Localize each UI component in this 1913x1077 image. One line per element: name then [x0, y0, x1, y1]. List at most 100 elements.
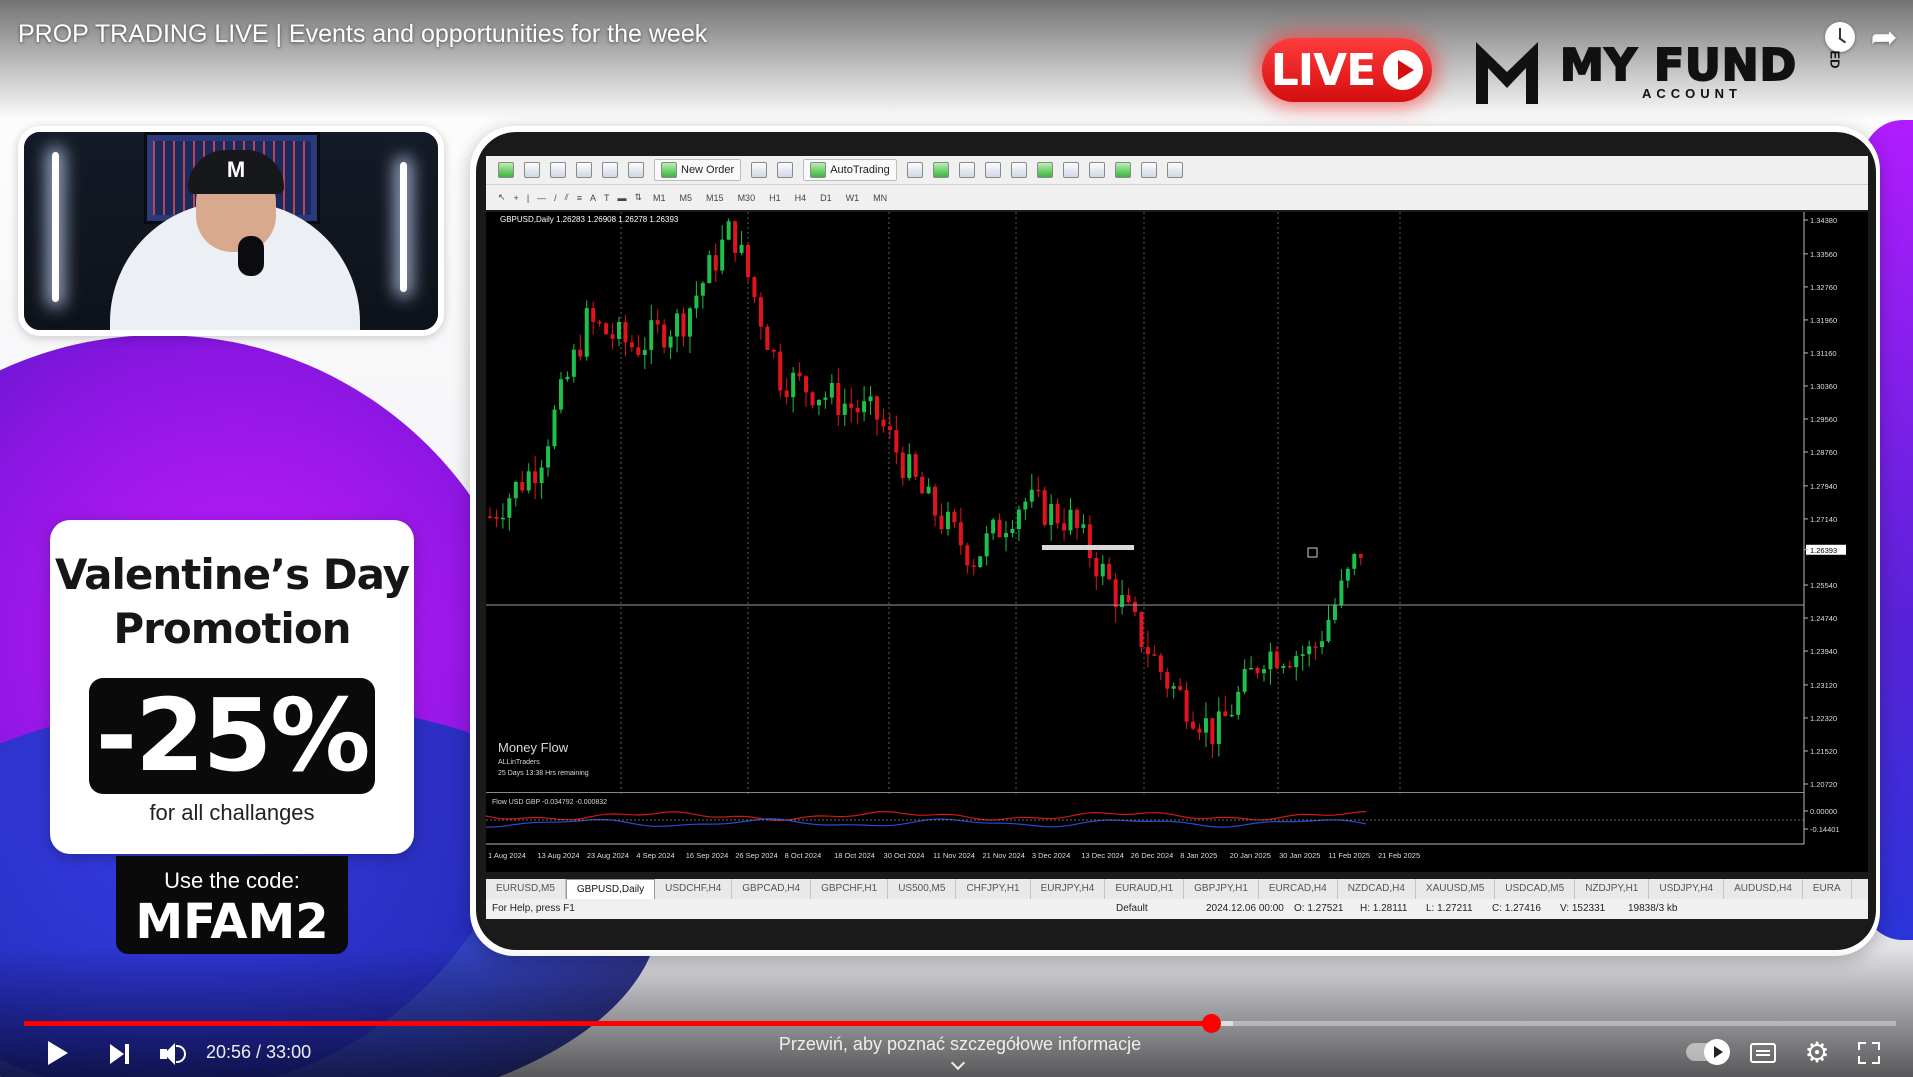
metaeditor-icon[interactable] — [751, 162, 768, 178]
fibonacci-icon[interactable]: ≡ — [577, 193, 582, 203]
text-icon[interactable]: A — [590, 193, 596, 203]
symbol-tab[interactable]: AUDUSD,H4 — [1724, 879, 1803, 899]
candle-body — [1139, 612, 1144, 648]
symbol-tab[interactable]: GBPCHF,H1 — [811, 879, 889, 899]
symbol-tabs: EURUSD,M5 GBPUSD,Daily USDCHF,H4 GBPCAD,H4 G… — [486, 878, 1868, 900]
subtitles-icon[interactable] — [1750, 1043, 1776, 1063]
timeframe-d1[interactable]: D1 — [817, 193, 835, 203]
candle-body — [1087, 524, 1092, 559]
resistance-drawing[interactable] — [1042, 545, 1134, 550]
navigator-icon[interactable] — [576, 162, 592, 178]
new-chart-icon[interactable] — [498, 162, 514, 178]
progress-bar[interactable] — [24, 1021, 1896, 1026]
candle-body — [1023, 501, 1028, 510]
candle-body — [1229, 714, 1234, 717]
zoom-in-icon[interactable] — [984, 162, 1001, 178]
candle-body — [784, 390, 789, 398]
terminal-icon[interactable] — [602, 162, 618, 178]
market-watch-icon[interactable] — [550, 162, 566, 178]
progress-scrubber[interactable] — [1201, 1014, 1221, 1033]
autotrading-button[interactable]: AutoTrading — [803, 159, 897, 181]
timeframe-mn[interactable]: MN — [870, 193, 890, 203]
arrows-icon[interactable]: ⇅ — [634, 192, 642, 203]
candle-body — [539, 467, 544, 484]
symbol-tab[interactable]: EURAUD,H1 — [1105, 879, 1185, 899]
timeframe-h4[interactable]: H4 — [792, 193, 810, 203]
timeframe-m15[interactable]: M15 — [703, 193, 727, 203]
seek-hint[interactable]: Przewiń, aby poznać szczegółowe informac… — [0, 1034, 1913, 1055]
symbol-tab[interactable]: EURUSD,M5 — [486, 879, 566, 899]
horizontal-line-icon[interactable]: — — [537, 193, 546, 203]
periods-icon[interactable] — [1140, 162, 1157, 178]
channel-icon[interactable]: ⫽ — [565, 192, 569, 203]
bar-chart-icon[interactable] — [906, 162, 923, 178]
crosshair-icon[interactable]: + — [514, 193, 519, 203]
status-traffic: 19838/3 kb — [1628, 903, 1678, 914]
signals-icon[interactable] — [777, 162, 794, 178]
candle-body — [1326, 619, 1331, 642]
price-chart[interactable]: GBPUSD,Daily 1.26283 1.26908 1.26278 1.2… — [486, 212, 1868, 872]
date-label: 11 Feb 2025 — [1329, 851, 1371, 860]
line-chart-icon[interactable] — [958, 162, 975, 178]
candle-body — [1216, 711, 1221, 745]
autotrading-label: AutoTrading — [830, 164, 890, 176]
live-label: LIVE — [1270, 44, 1377, 96]
symbol-tab[interactable]: NZDJPY,H1 — [1575, 879, 1650, 899]
zoom-out-icon[interactable] — [1010, 162, 1027, 178]
symbol-tab[interactable]: GBPUSD,Daily — [565, 878, 656, 900]
price-label: 1.24740 — [1810, 614, 1837, 623]
candle-body — [558, 379, 563, 410]
timeframe-m30[interactable]: M30 — [735, 193, 759, 203]
candlesticks-icon[interactable] — [932, 162, 949, 178]
symbol-tab[interactable]: US500,M5 — [888, 879, 957, 899]
candle-body — [494, 516, 499, 519]
candle-body — [855, 407, 860, 413]
watch-later-icon[interactable] — [1825, 22, 1855, 52]
candle-body — [1100, 563, 1105, 577]
symbol-tab[interactable]: USDCHF,H4 — [655, 879, 733, 899]
new-order-button[interactable]: New Order — [654, 159, 742, 181]
candle-body — [1262, 669, 1266, 674]
symbol-tab[interactable]: EURA — [1803, 879, 1852, 899]
text-label-icon[interactable]: T — [604, 193, 610, 203]
indicators-icon[interactable] — [1114, 162, 1131, 178]
price-chart-canvas[interactable]: GBPUSD,Daily 1.26283 1.26908 1.26278 1.2… — [486, 212, 1868, 872]
candle-body — [533, 471, 538, 484]
candle-body — [1274, 651, 1279, 668]
brand-name: MY FUND — [1559, 39, 1798, 92]
timeframe-m5[interactable]: M5 — [677, 193, 696, 203]
autoscroll-icon[interactable] — [1088, 162, 1105, 178]
fullscreen-icon[interactable] — [1858, 1042, 1880, 1064]
symbol-tab[interactable]: EURJPY,H4 — [1031, 879, 1106, 899]
share-icon[interactable]: ➦ — [1867, 20, 1901, 54]
templates-icon[interactable] — [1166, 162, 1183, 178]
candle-body — [1223, 711, 1228, 717]
vertical-line-icon[interactable]: | — [527, 193, 529, 203]
strategy-tester-icon[interactable] — [628, 162, 644, 178]
symbol-tab[interactable]: NZDCAD,H4 — [1338, 879, 1416, 899]
autoplay-knob-icon[interactable] — [1704, 1039, 1730, 1065]
settings-gear-icon[interactable]: ⚙ — [1803, 1039, 1831, 1067]
candle-body — [971, 565, 976, 568]
symbol-tab[interactable]: USDJPY,H4 — [1649, 879, 1725, 899]
symbol-tab[interactable]: GBPJPY,H1 — [1184, 879, 1259, 899]
timeframe-m1[interactable]: M1 — [650, 193, 669, 203]
chart-shift-icon[interactable] — [1062, 162, 1079, 178]
symbol-tab[interactable]: EURCAD,H4 — [1259, 879, 1338, 899]
video-title[interactable]: PROP TRADING LIVE | Events and opportuni… — [18, 20, 707, 49]
status-profile[interactable]: Default — [1116, 903, 1148, 914]
trendline-icon[interactable]: / — [554, 193, 557, 203]
symbol-tab[interactable]: XAUUSD,M5 — [1416, 879, 1496, 899]
symbol-tab[interactable]: GBPCAD,H4 — [732, 879, 812, 899]
profiles-icon[interactable] — [524, 162, 540, 178]
cursor-icon[interactable]: ↖ — [498, 192, 506, 203]
timeframe-w1[interactable]: W1 — [843, 193, 863, 203]
date-label: 13 Dec 2024 — [1081, 851, 1124, 860]
indicator-remaining: 25 Days 13:38 Hrs remaining — [498, 770, 589, 777]
symbol-tab[interactable]: CHFJPY,H1 — [956, 879, 1031, 899]
symbol-tab[interactable]: USDCAD,M5 — [1495, 879, 1576, 899]
timeframe-h1[interactable]: H1 — [766, 193, 784, 203]
rectangle-icon[interactable]: ▬ — [617, 193, 626, 203]
tile-windows-icon[interactable] — [1036, 162, 1053, 178]
candle-body — [862, 401, 867, 413]
